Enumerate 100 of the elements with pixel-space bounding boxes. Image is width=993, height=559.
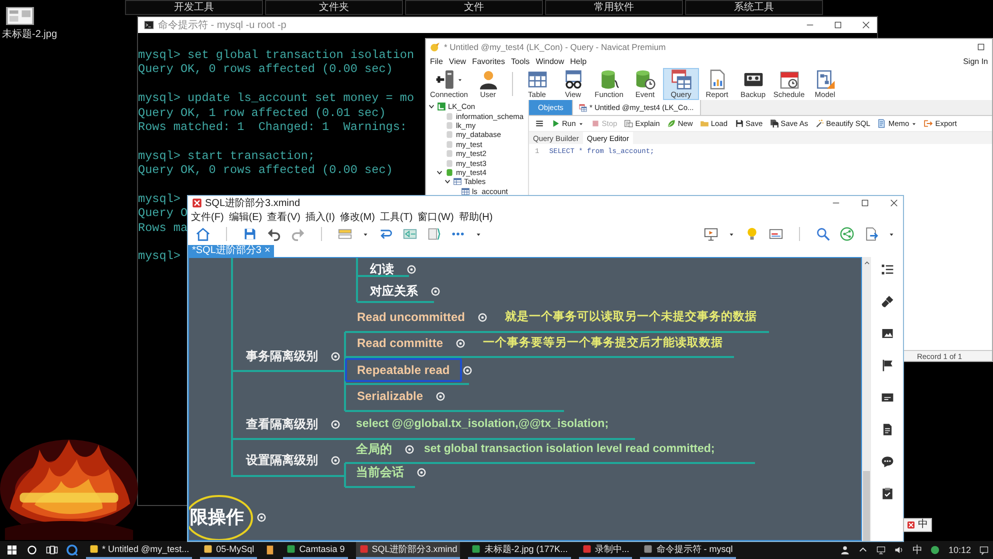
menu-item[interactable]: Favorites <box>472 57 505 66</box>
collapse-dot[interactable] <box>407 264 416 274</box>
collapse-dot[interactable] <box>478 312 488 322</box>
image-thumbnail-icon[interactable] <box>6 7 34 25</box>
maximize-icon[interactable] <box>976 42 986 52</box>
menu-item[interactable]: 插入(I) <box>305 210 335 224</box>
topic-icon[interactable] <box>338 227 352 241</box>
menu-item[interactable]: 修改(M) <box>340 210 375 224</box>
sign-in-link[interactable]: Sign In <box>963 57 988 66</box>
topic[interactable]: 查看隔离级别 <box>234 412 330 436</box>
search-circle-icon[interactable] <box>26 544 38 556</box>
topic[interactable]: 设置隔离级别 <box>234 448 330 472</box>
comment-icon[interactable] <box>880 455 894 468</box>
collapse-dot[interactable] <box>436 392 446 400</box>
scrollbar[interactable] <box>862 257 871 541</box>
collapse-dot[interactable] <box>405 444 414 454</box>
summary-icon[interactable] <box>403 227 417 241</box>
menu-item[interactable]: 编辑(E) <box>228 210 262 224</box>
caret-icon[interactable] <box>728 230 735 238</box>
topic[interactable]: 限操作 <box>189 501 256 533</box>
topic-note[interactable]: 一个事务要等另一个事务提交后才能读取数据 <box>471 331 735 355</box>
dock-tab[interactable]: 文件夹 <box>265 0 403 15</box>
home-icon[interactable] <box>196 227 210 241</box>
menu-item[interactable]: 查看(V) <box>267 210 300 224</box>
outline-icon[interactable] <box>880 263 894 276</box>
status-icon[interactable] <box>930 545 940 555</box>
close-icon[interactable] <box>889 198 899 208</box>
flag-icon[interactable] <box>880 359 894 372</box>
taskbar-button[interactable]: 未标题-2.jpg (177K... <box>468 541 571 559</box>
taskbar-button[interactable]: * Untitled @my_test... <box>86 541 192 559</box>
export-icon[interactable] <box>864 227 878 241</box>
scrollbar-thumb[interactable] <box>863 471 870 541</box>
chevron-icon[interactable] <box>444 178 451 186</box>
topic-note[interactable]: 就是一个事务可以读取另一个未提交事务的数据 <box>493 305 769 329</box>
app-icon[interactable] <box>265 545 276 555</box>
search-icon[interactable] <box>816 227 830 241</box>
boundary-icon[interactable] <box>427 227 441 241</box>
caret-icon[interactable] <box>362 230 369 238</box>
menu-item[interactable]: 窗口(W) <box>418 210 454 224</box>
menu-button[interactable] <box>535 119 544 128</box>
menu-item[interactable]: 工具(T) <box>380 210 413 224</box>
taskbar-button[interactable]: Camtasia 9 <box>283 541 348 559</box>
windows-icon[interactable] <box>6 544 18 556</box>
collapse-dot[interactable] <box>431 286 440 296</box>
taskbar-button[interactable]: SQL进阶部分3.xmind <box>356 541 460 559</box>
menu-item[interactable]: File <box>430 57 443 66</box>
topic-note[interactable]: select @@global.tx_isolation,@@tx_isolation; <box>344 412 621 436</box>
dock-tab[interactable]: 常用软件 <box>545 0 683 15</box>
caret-icon[interactable] <box>888 230 895 238</box>
topic[interactable]: 事务隔离级别 <box>234 344 330 368</box>
person-icon[interactable] <box>840 545 850 555</box>
clock[interactable]: 10:12 <box>948 545 971 555</box>
taskbar-button[interactable]: 命令提示符 - mysql <box>640 541 736 559</box>
brush-icon[interactable] <box>880 295 894 308</box>
scroll-up-icon[interactable] <box>862 259 870 267</box>
collapse-dot[interactable] <box>417 468 426 476</box>
topic[interactable]: Repeatable read <box>345 358 462 382</box>
ime-toolbar[interactable]: 中 <box>903 518 932 532</box>
image-icon[interactable] <box>880 327 894 340</box>
menu-item[interactable]: Window <box>536 57 564 66</box>
file-name[interactable]: 未标题-2.jpg <box>2 27 58 41</box>
task-view-icon[interactable] <box>46 544 58 556</box>
menu-item[interactable]: Tools <box>511 57 530 66</box>
topic[interactable]: Read uncommitted <box>345 305 478 329</box>
network-icon[interactable] <box>876 545 886 555</box>
document-icon[interactable] <box>880 423 894 436</box>
dock-tab[interactable]: 系统工具 <box>685 0 823 15</box>
topic[interactable]: Serializable <box>345 384 436 408</box>
menu-item[interactable]: 文件(F) <box>191 210 224 224</box>
card-icon[interactable] <box>769 227 783 241</box>
collapse-dot[interactable] <box>257 512 266 522</box>
topic[interactable]: 当前会话 <box>344 460 416 484</box>
input-mode[interactable]: 中 <box>918 520 928 530</box>
topic[interactable]: Read committe <box>345 331 456 355</box>
save-icon[interactable] <box>243 227 257 241</box>
chevron-icon[interactable] <box>436 168 443 176</box>
menu-item[interactable]: Help <box>570 57 587 66</box>
clipboard-icon[interactable] <box>880 487 894 500</box>
dock-tab[interactable]: 开发工具 <box>125 0 263 15</box>
dock-tab[interactable]: 文件 <box>405 0 543 15</box>
collapse-dot[interactable] <box>456 338 466 348</box>
topic[interactable]: 对应关系 <box>358 279 430 303</box>
notification-icon[interactable] <box>979 545 989 555</box>
topic-note[interactable]: set global transaction isolation level read committed; <box>412 437 727 461</box>
presentation-icon[interactable] <box>704 227 718 241</box>
topic[interactable]: 全局的 <box>344 437 404 461</box>
lightbulb-icon[interactable] <box>745 227 759 241</box>
collapse-dot[interactable] <box>331 420 340 428</box>
taskbar-button[interactable]: 05-MySql <box>200 541 258 559</box>
undo-icon[interactable] <box>267 227 281 241</box>
maximize-icon[interactable] <box>860 198 870 208</box>
input-mode[interactable]: 中 <box>912 543 922 557</box>
topic[interactable]: 幻读 <box>358 258 406 281</box>
caret-icon[interactable] <box>475 230 482 238</box>
relationship-icon[interactable] <box>379 227 393 241</box>
collapse-dot[interactable] <box>331 352 340 360</box>
volume-icon[interactable] <box>894 545 904 555</box>
menu-item[interactable]: 帮助(H) <box>458 210 493 224</box>
browser-icon[interactable] <box>66 544 78 556</box>
collapse-dot[interactable] <box>462 366 472 374</box>
